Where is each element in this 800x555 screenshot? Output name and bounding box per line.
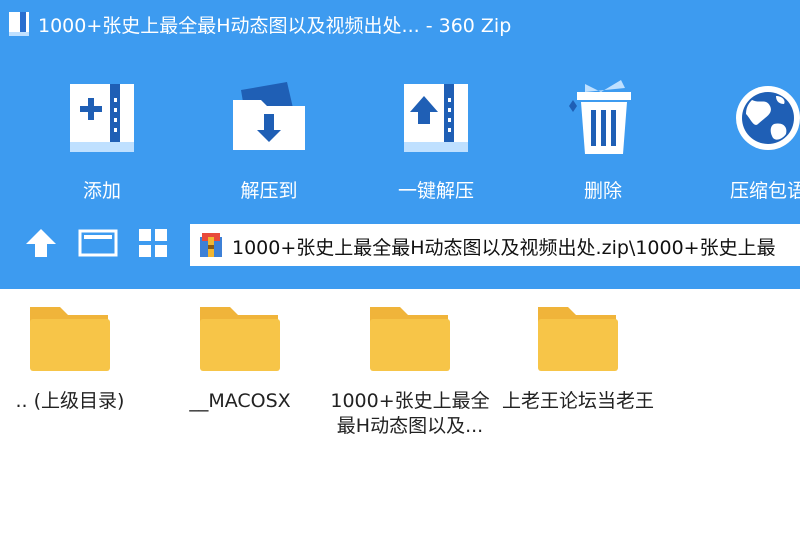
grid-view-icon[interactable] — [136, 226, 170, 260]
folder-item-main[interactable]: 1000+张史上最全 最H动态图以及... — [326, 297, 494, 457]
details-view-icon[interactable] — [78, 226, 118, 260]
one-click-extract-icon — [404, 84, 468, 152]
folder-icon — [200, 307, 280, 371]
folder-icon — [370, 307, 450, 371]
folder-item-laowang[interactable]: 上老王论坛当老王 — [494, 297, 662, 457]
window-title: 1000+张史上最全最H动态图以及视频出处... - 360 Zip — [38, 15, 512, 37]
archive-language-label: 压缩包语 — [729, 180, 800, 202]
folder-item-macosx[interactable]: __MACOSX — [156, 297, 324, 457]
file-list: .. (上级目录) __MACOSX 1000+张史上最全 最H动态图以及... — [0, 289, 800, 555]
file-name: __MACOSX — [189, 390, 291, 412]
delete-button[interactable]: 删除 — [543, 78, 663, 206]
one-click-extract-button[interactable]: 一键解压 — [376, 78, 496, 206]
path-bar[interactable]: 1000+张史上最全最H动态图以及视频出处.zip\1000+张史上最 — [190, 224, 800, 266]
add-button[interactable]: 添加 — [42, 78, 162, 206]
one-click-extract-label: 一键解压 — [397, 180, 474, 202]
file-name: .. (上级目录) — [15, 390, 125, 412]
title-bar: 1000+张史上最全最H动态图以及视频出处... - 360 Zip — [0, 0, 800, 50]
folder-icon — [538, 307, 618, 371]
extract-to-label: 解压到 — [240, 180, 298, 202]
file-name: 1000+张史上最全 最H动态图以及... — [330, 390, 490, 437]
globe-icon — [736, 86, 800, 150]
delete-label: 删除 — [583, 180, 622, 202]
zip-archive-icon — [200, 233, 222, 257]
extract-to-button[interactable]: 解压到 — [209, 78, 329, 206]
folder-icon — [30, 307, 110, 371]
app-icon — [9, 12, 29, 36]
parent-directory-item[interactable]: .. (上级目录) — [0, 297, 154, 457]
extract-to-icon — [233, 82, 305, 150]
add-label: 添加 — [82, 180, 121, 202]
trash-icon — [569, 80, 631, 154]
add-archive-icon — [70, 84, 134, 152]
up-arrow-icon[interactable] — [24, 226, 58, 260]
file-name: 上老王论坛当老王 — [501, 390, 654, 412]
ribbon: 1000+张史上最全最H动态图以及视频出处... - 360 Zip 添加 解压… — [0, 0, 800, 289]
path-value: 1000+张史上最全最H动态图以及视频出处.zip\1000+张史上最 — [232, 237, 776, 259]
archive-language-button[interactable]: 压缩包语 — [708, 78, 800, 206]
